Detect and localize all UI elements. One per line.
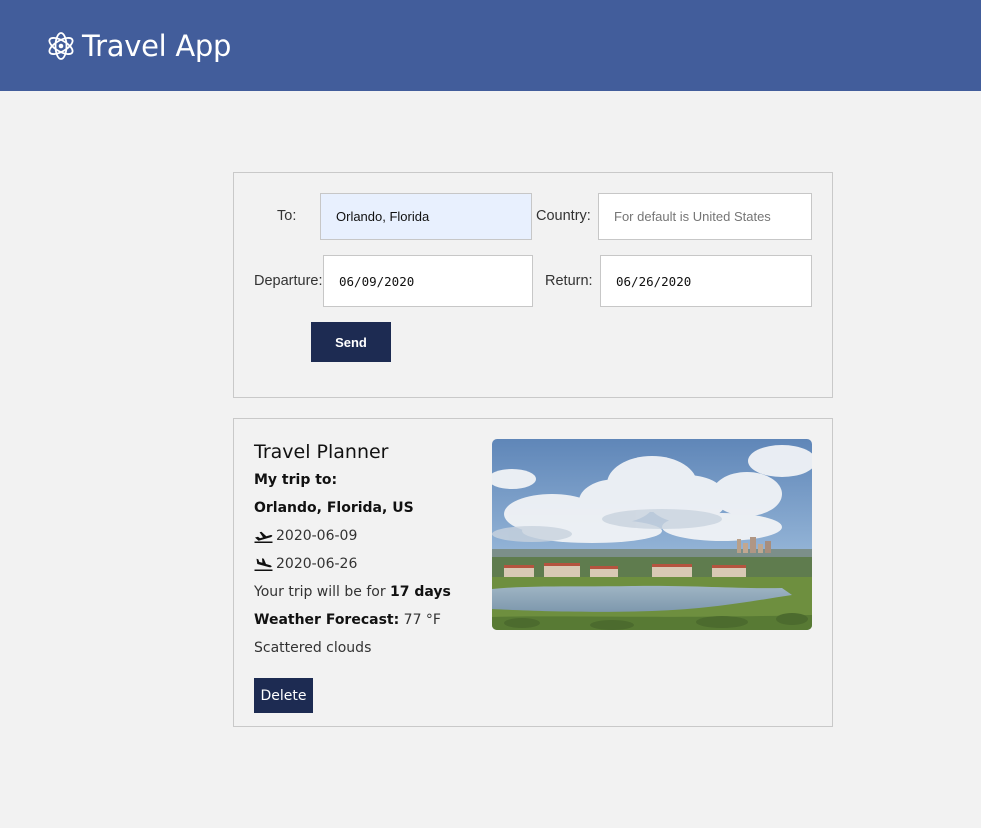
return-date-text: 2020-06-26 [276,556,358,572]
to-label: To: [277,208,297,224]
trip-duration: Your trip will be for 17 days [254,583,451,601]
plane-takeoff-icon [254,531,273,543]
return-date-input[interactable]: 06/26/2020 [600,255,812,307]
duration-prefix: Your trip will be for [254,584,386,600]
departure-label: Departure: [254,273,323,289]
weather-label: Weather Forecast: [254,612,400,628]
trip-form: To: Orlando, Florida Country: For defaul… [233,172,833,398]
travel-planner-card: Travel Planner My trip to: Orlando, Flor… [233,418,833,727]
weather-temperature: 77 °F [403,612,441,628]
departure-row: 2020-06-09 [254,527,357,545]
arrival-row: 2020-06-26 [254,555,357,573]
weather-description: Scattered clouds [254,640,372,656]
trip-to-label: My trip to: [254,472,338,488]
to-input[interactable]: Orlando, Florida [320,193,532,240]
destination-text: Orlando, Florida, US [254,500,414,516]
departure-date-input[interactable]: 06/09/2020 [323,255,533,307]
plane-landing-icon [254,557,273,571]
app-title: Travel App [82,29,232,63]
destination-photo [492,439,812,630]
country-input[interactable]: For default is United States [598,193,812,240]
return-label: Return: [545,273,593,289]
app-header: Travel App [0,0,981,91]
delete-button[interactable]: Delete [254,678,313,713]
duration-value: 17 days [390,584,451,600]
departure-date-text: 2020-06-09 [276,528,358,544]
send-button[interactable]: Send [311,322,391,362]
atom-logo-icon [48,32,74,60]
brand[interactable]: Travel App [46,28,231,64]
planner-title: Travel Planner [254,441,389,463]
weather-forecast: Weather Forecast: 77 °F [254,611,441,629]
country-label: Country: [536,208,591,224]
